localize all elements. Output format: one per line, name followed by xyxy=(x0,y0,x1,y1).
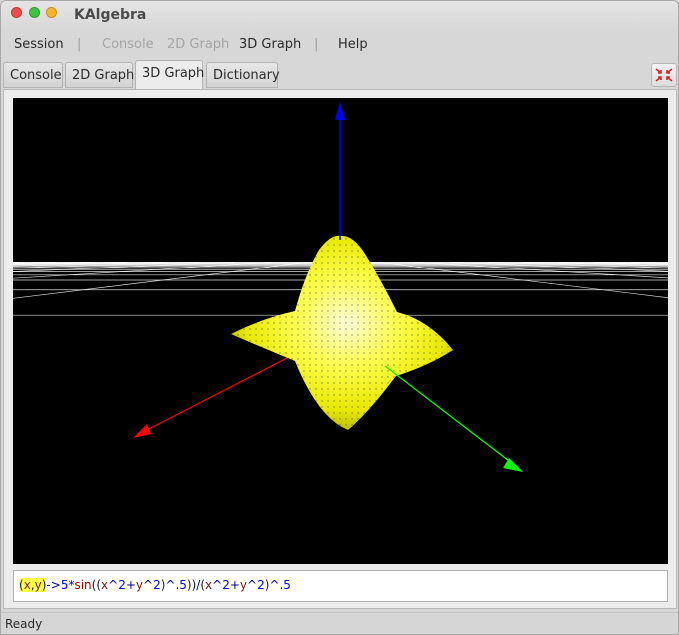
menu-separator: | xyxy=(314,37,319,52)
expression-token: 2 xyxy=(118,578,126,592)
y-axis-arrow-icon xyxy=(503,458,523,472)
expression-token: -> xyxy=(46,578,61,592)
menu-help[interactable]: Help xyxy=(338,37,368,52)
tab-3d-graph[interactable]: 3D Graph xyxy=(135,60,204,90)
status-text: Ready xyxy=(5,617,43,631)
status-bar: Ready xyxy=(1,612,678,634)
expression-token: ^ xyxy=(108,578,119,592)
fullscreen-icon xyxy=(655,68,673,82)
menu-3d-graph[interactable]: 3D Graph xyxy=(239,37,301,52)
expression-token: .5 xyxy=(279,578,291,592)
grid-line xyxy=(450,262,668,272)
expression-token: + xyxy=(229,578,240,592)
grid-line xyxy=(414,262,668,279)
grid-line xyxy=(13,262,236,272)
grid-line xyxy=(13,262,308,299)
expression-token: )) xyxy=(186,578,197,592)
tab-2d-graph[interactable]: 2D Graph xyxy=(65,62,134,88)
minimize-window-button[interactable] xyxy=(29,7,40,18)
expression-token: 2 xyxy=(257,578,265,592)
window-title: KAlgebra xyxy=(74,7,147,23)
maximize-window-button[interactable] xyxy=(46,7,57,18)
expression-token: ^ xyxy=(247,578,258,592)
tab-dictionary[interactable]: Dictionary xyxy=(206,62,280,88)
menu-separator: | xyxy=(77,37,82,52)
z-axis-arrow-icon xyxy=(335,102,345,120)
expression-token: ^ xyxy=(165,578,176,592)
y-axis xyxy=(384,365,514,465)
expression-token: + xyxy=(125,578,136,592)
expression-token: ^ xyxy=(143,578,154,592)
expression-token: sin xyxy=(74,578,92,592)
3d-plot-canvas xyxy=(13,102,668,472)
expression-token: ( xyxy=(19,578,24,592)
expression-token: ^ xyxy=(212,578,223,592)
tab-bar: Console 2D Graph 3D Graph Dictionary xyxy=(1,60,678,90)
expression-token: ^ xyxy=(269,578,280,592)
expression-token: 2 xyxy=(153,578,161,592)
x-axis xyxy=(142,357,288,433)
menu-2d-graph[interactable]: 2D Graph xyxy=(167,37,229,52)
expression-token: y xyxy=(34,578,42,592)
expression-token: x xyxy=(23,578,31,592)
expression-token: y xyxy=(135,578,144,592)
fullscreen-button[interactable] xyxy=(651,63,677,87)
expression-token: (( xyxy=(91,578,102,592)
x-axis-arrow-icon xyxy=(133,424,151,438)
grid-line xyxy=(378,262,668,299)
kalgebra-window: KAlgebra Session | Console 2D Graph 3D G… xyxy=(0,0,679,635)
grid-line xyxy=(594,262,668,265)
3d-plot-view[interactable] xyxy=(13,98,668,564)
expression-token: 2 xyxy=(222,578,230,592)
expression-token: y xyxy=(239,578,248,592)
menu-session[interactable]: Session xyxy=(14,37,64,52)
expression-token: .5 xyxy=(175,578,187,592)
menu-console[interactable]: Console xyxy=(102,37,154,52)
title-bar: KAlgebra xyxy=(1,1,678,30)
expression-input[interactable]: (x,y)->5*sin((x^2+y^2)^.5))/(x^2+y^2)^.5 xyxy=(13,570,668,602)
grid-line xyxy=(13,262,128,266)
grid-line xyxy=(666,262,668,263)
grid-line xyxy=(13,262,92,265)
grid-line xyxy=(13,262,272,279)
close-window-button[interactable] xyxy=(11,7,22,18)
tab-console[interactable]: Console xyxy=(3,62,63,88)
grid-line xyxy=(13,262,20,263)
menu-bar: Session | Console 2D Graph 3D Graph | He… xyxy=(1,31,678,57)
